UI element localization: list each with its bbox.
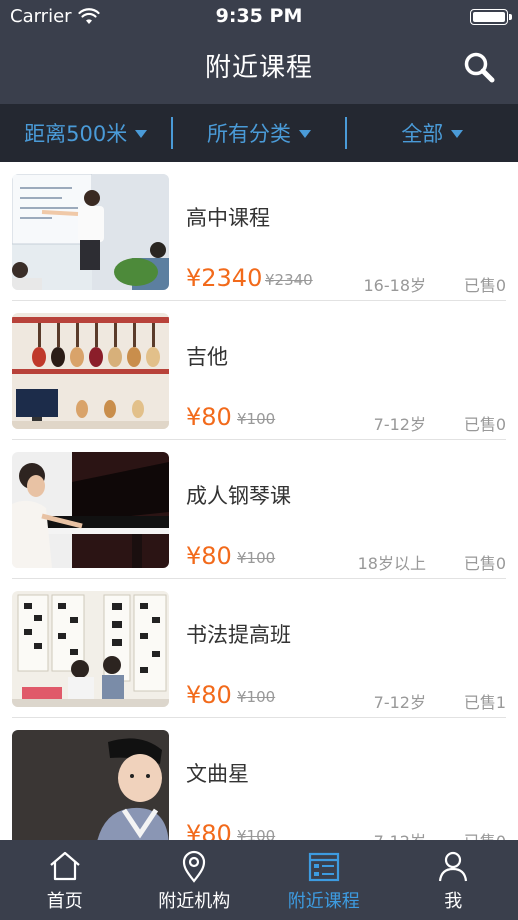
course-original-price: ¥2340 xyxy=(265,271,313,289)
course-row[interactable]: 吉他 ¥80 ¥100 7-12岁 已售0 xyxy=(0,301,518,440)
guitar-wall-photo xyxy=(12,313,169,429)
course-row[interactable]: 文曲星 ¥80 ¥100 7-12岁 已售0 xyxy=(0,718,518,840)
scope-filter[interactable]: 全部 xyxy=(347,104,518,162)
tab-nearby-courses[interactable]: 附近课程 xyxy=(259,840,389,920)
status-time: 9:35 PM xyxy=(215,5,303,27)
course-original-price: ¥100 xyxy=(237,688,276,706)
filter-bar: 距离500米 所有分类 全部 xyxy=(0,104,518,162)
tab-me[interactable]: 我 xyxy=(389,840,518,920)
caret-down-icon xyxy=(135,130,148,138)
location-pin-icon xyxy=(183,850,206,883)
caret-down-icon xyxy=(298,130,311,138)
tab-me-label: 我 xyxy=(444,891,463,912)
tab-home-label: 首页 xyxy=(46,891,83,912)
top-bar: Carrier 9:35 PM 附近课程 xyxy=(0,0,518,104)
course-age-range: 16-18岁 xyxy=(363,276,427,295)
distance-filter-label: 距离500米 xyxy=(24,122,128,146)
course-age-range: 7-12岁 xyxy=(373,415,426,434)
course-price: ¥80 xyxy=(186,681,232,709)
piano-player-photo xyxy=(12,452,169,568)
course-price: ¥80 xyxy=(186,820,232,840)
caret-down-icon xyxy=(451,130,464,138)
tab-nearby-institutions-label: 附近机构 xyxy=(158,891,231,912)
course-row[interactable]: 成人钢琴课 ¥80 ¥100 18岁以上 已售0 xyxy=(0,440,518,579)
course-sold-count: 已售0 xyxy=(463,554,506,573)
tab-bar: 首页 附近机构 附近课程 我 xyxy=(0,840,518,920)
course-list: 高中课程 ¥2340 ¥2340 16-18岁 已售0 吉他 ¥80 ¥100 … xyxy=(0,162,518,840)
course-original-price: ¥100 xyxy=(237,549,276,567)
course-name: 高中课程 xyxy=(186,206,270,230)
home-icon xyxy=(50,851,80,881)
battery-icon xyxy=(470,9,512,25)
course-sold-count: 已售1 xyxy=(463,693,506,712)
course-age-range: 7-12岁 xyxy=(374,828,426,840)
course-price: ¥80 xyxy=(186,403,232,431)
course-list-icon xyxy=(308,852,339,882)
course-name: 书法提高班 xyxy=(186,623,291,647)
distance-filter[interactable]: 距离500米 xyxy=(0,104,171,162)
user-icon xyxy=(439,851,468,882)
course-name: 吉他 xyxy=(186,345,228,369)
category-filter[interactable]: 所有分类 xyxy=(173,104,344,162)
status-bar: Carrier 9:35 PM xyxy=(0,0,518,34)
course-price: ¥2340 xyxy=(186,264,263,292)
tab-nearby-institutions[interactable]: 附近机构 xyxy=(130,840,260,920)
classroom-teacher-photo xyxy=(12,174,169,290)
page-title: 附近课程 xyxy=(204,53,313,83)
child-scholar-photo xyxy=(12,730,169,840)
course-age-range: 7-12岁 xyxy=(373,693,426,712)
course-sold-count: 已售0 xyxy=(463,415,506,434)
course-original-price: ¥100 xyxy=(237,827,276,840)
course-row[interactable]: 书法提高班 ¥80 ¥100 7-12岁 已售1 xyxy=(0,579,518,718)
course-sold-count: 已售0 xyxy=(464,828,506,840)
course-price: ¥80 xyxy=(186,542,232,570)
tab-home[interactable]: 首页 xyxy=(0,840,130,920)
calligraphy-class-photo xyxy=(12,591,169,707)
course-age-range: 18岁以上 xyxy=(357,554,426,573)
course-name: 文曲星 xyxy=(186,762,249,786)
tab-nearby-courses-label: 附近课程 xyxy=(287,891,360,912)
search-icon[interactable] xyxy=(462,50,496,84)
category-filter-label: 所有分类 xyxy=(206,122,291,146)
course-row[interactable]: 高中课程 ¥2340 ¥2340 16-18岁 已售0 xyxy=(0,162,518,301)
course-name: 成人钢琴课 xyxy=(186,484,291,508)
course-original-price: ¥100 xyxy=(237,410,276,428)
course-sold-count: 已售0 xyxy=(463,276,506,295)
scope-filter-label: 全部 xyxy=(401,122,444,146)
